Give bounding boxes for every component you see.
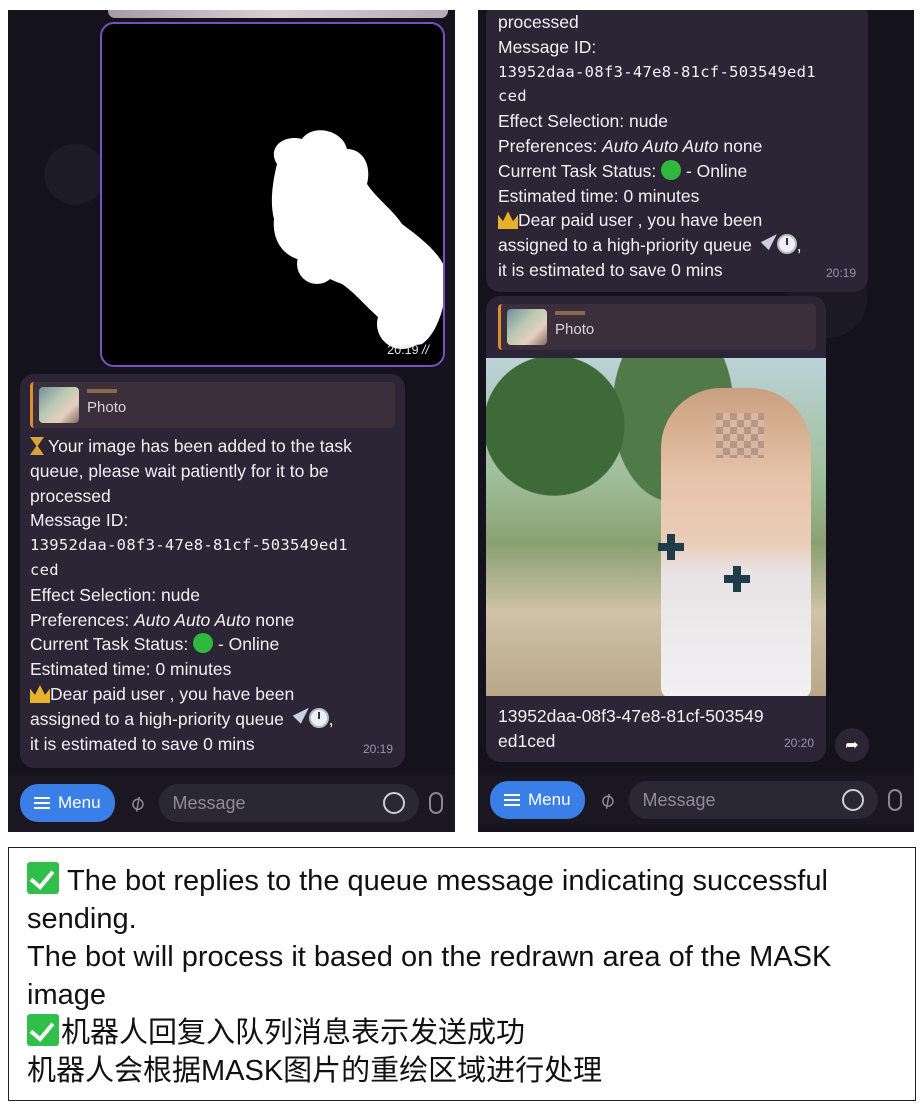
online-dot-icon [193, 633, 214, 654]
plus-marker-icon [658, 534, 684, 560]
attach-icon[interactable]: ⌀ [590, 783, 623, 816]
reply-label: Photo [87, 399, 127, 417]
reply-preview[interactable]: Photo [498, 304, 816, 350]
crown-icon [498, 211, 518, 230]
attach-icon[interactable]: ⌀ [120, 786, 153, 819]
face-pixelation [716, 413, 764, 458]
mask-timestamp: 20:19 // [387, 343, 429, 357]
result-photo-message: Photo 13952daa-08f3-47e8-81cf-503549 ed1… [486, 296, 826, 762]
menu-button[interactable]: Menu [490, 781, 585, 819]
hourglass-icon [30, 437, 44, 455]
message-id: 13952daa-08f3-47e8-81cf-503549ed1 [498, 62, 816, 81]
sticker-icon[interactable] [383, 792, 405, 814]
photo-thumbnail [39, 387, 79, 423]
checkmark-icon [27, 1014, 59, 1046]
menu-icon [34, 797, 50, 809]
result-photo[interactable] [486, 358, 826, 696]
chat-screen-left: 20:19 // Photo Your image has been added… [8, 10, 455, 832]
forward-button[interactable]: ➦ [835, 728, 869, 762]
share-arrow-icon: ➦ [845, 737, 859, 754]
mask-shape [271, 130, 443, 349]
menu-button[interactable]: Menu [20, 784, 115, 822]
composer-bar: Menu ⌀ Message [8, 774, 455, 832]
microphone-icon[interactable] [429, 792, 443, 814]
reply-sender-redacted [555, 311, 585, 316]
queue-message-bubble-continued: processed Message ID: 13952daa-08f3-47e8… [486, 10, 868, 292]
message-id: 13952daa-08f3-47e8-81cf-503549ed1 [30, 536, 348, 555]
timestamp: 20:19 [362, 742, 393, 757]
message-input[interactable]: Message [158, 784, 419, 822]
menu-icon [504, 794, 520, 806]
plus-marker-icon [724, 566, 750, 592]
composer-bar: Menu ⌀ Message [478, 774, 914, 826]
queue-message-bubble: Photo Your image has been added to the t… [20, 374, 405, 768]
photo-caption: 13952daa-08f3-47e8-81cf-503549 ed1ced [498, 706, 764, 751]
crown-icon [30, 684, 50, 703]
previous-image-edge [108, 10, 448, 18]
microphone-icon[interactable] [888, 789, 902, 811]
queue-message-text: Your image has been added to the task qu… [30, 434, 395, 756]
rocket-icon [760, 234, 777, 251]
sticker-icon[interactable] [842, 789, 864, 811]
clock-icon [776, 234, 797, 255]
timestamp: 20:19 [825, 266, 856, 281]
clock-icon [308, 707, 329, 728]
message-input[interactable]: Message [628, 781, 878, 819]
rocket-icon [292, 707, 309, 724]
reply-sender-redacted [87, 389, 117, 394]
explanation-caption: The bot replies to the queue message ind… [8, 847, 916, 1101]
checkmark-icon [27, 862, 59, 894]
photo-thumbnail [507, 309, 547, 345]
online-dot-icon [661, 159, 682, 180]
reply-label: Photo [555, 321, 595, 339]
chat-screen-right: processed Message ID: 13952daa-08f3-47e8… [478, 10, 914, 832]
reply-preview[interactable]: Photo [30, 382, 395, 428]
mask-image-message[interactable]: 20:19 // [100, 22, 445, 367]
timestamp: 20:20 [783, 736, 814, 751]
